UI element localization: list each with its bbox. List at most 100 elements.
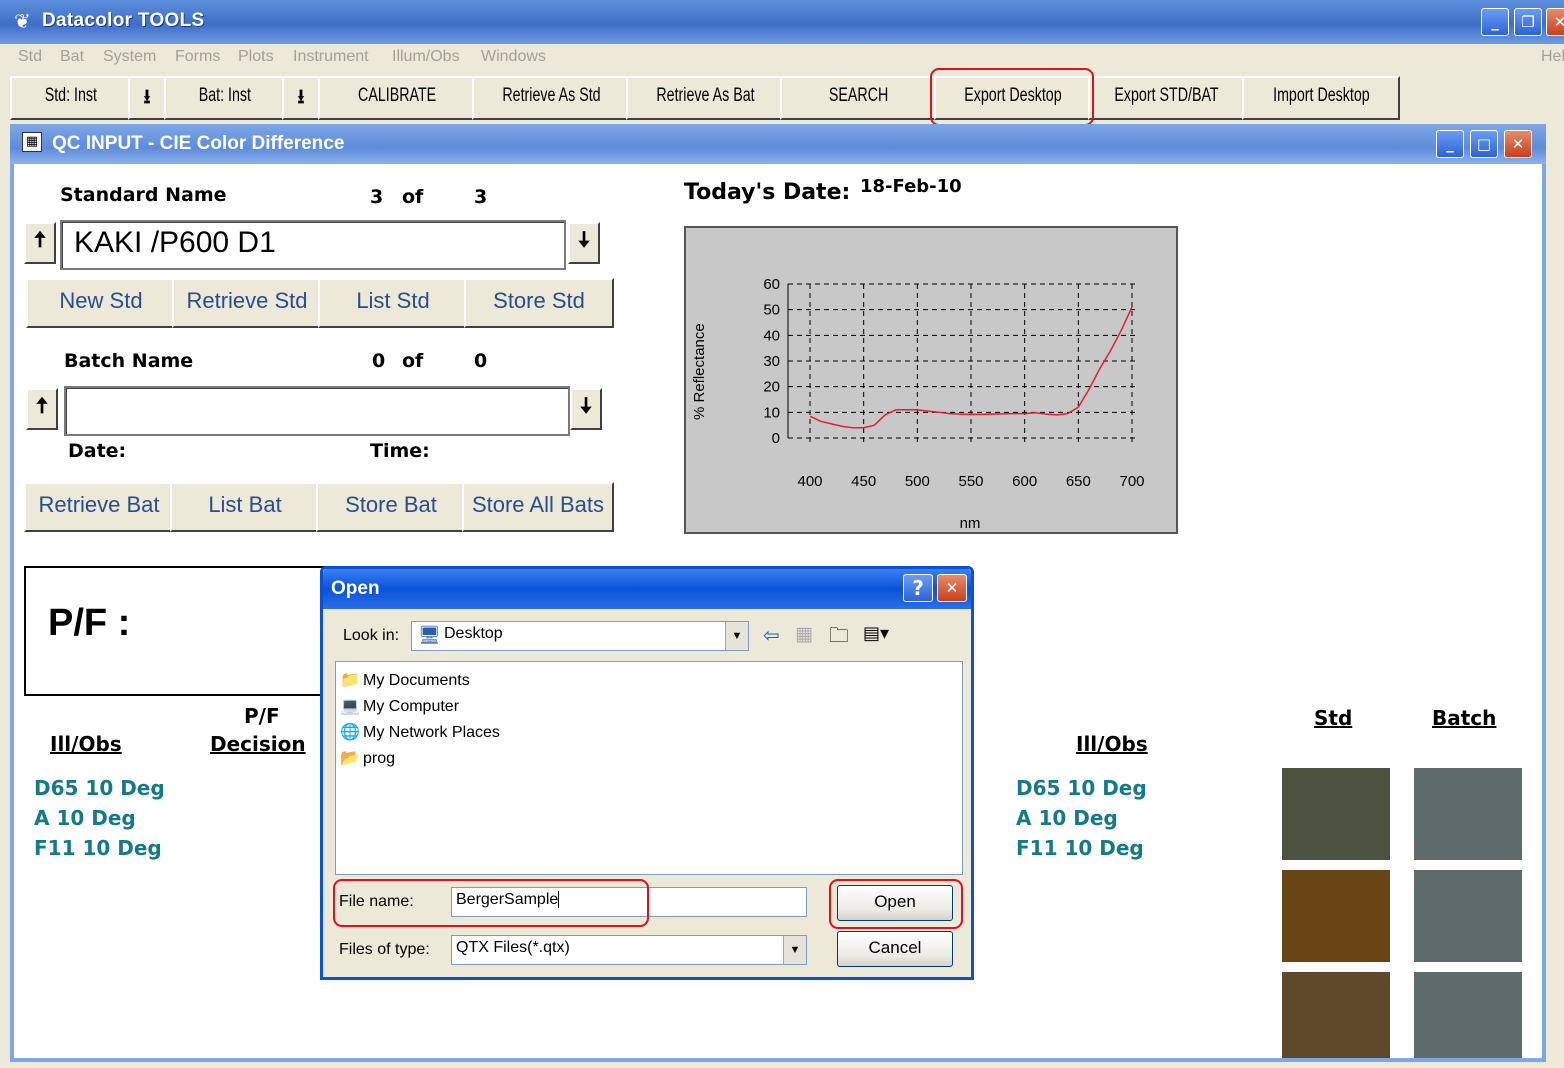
chart-y-tick-label: 40 xyxy=(763,327,780,344)
look-in-dropdown-icon[interactable]: ▼ xyxy=(725,622,748,650)
bat-inst-dropdown-icon[interactable]: ⭳ xyxy=(282,76,320,120)
calibrate-button[interactable]: CALIBRATE xyxy=(318,76,476,120)
standard-name-label: Standard Name xyxy=(60,184,227,206)
menu-plots[interactable]: Plots xyxy=(238,48,274,66)
standard-index: 3 xyxy=(370,186,384,208)
menu-forms[interactable]: Forms xyxy=(175,48,220,66)
list-bat-button[interactable]: List Bat xyxy=(170,482,320,532)
datacolor-logo-icon: ❦ xyxy=(14,9,31,33)
list-item[interactable]: 💻 My Computer xyxy=(340,696,459,716)
new-folder-icon[interactable]: 🗀 xyxy=(829,621,849,655)
files-of-type-select[interactable]: QTX Files(*.qtx) ▼ xyxy=(451,935,807,965)
chart-y-tick-label: 50 xyxy=(763,302,780,319)
list-item-label: My Documents xyxy=(363,672,470,689)
standard-next-down-icon[interactable]: 🠇 xyxy=(568,222,600,264)
bat-inst-label: Bat: Inst xyxy=(198,85,252,106)
std-inst-dropdown-icon[interactable]: ⭳ xyxy=(128,76,166,120)
folder-icon: 📂 xyxy=(340,750,360,767)
export-std-bat-button[interactable]: Export STD/BAT xyxy=(1088,76,1246,120)
chart-y-tick-label: 30 xyxy=(763,353,780,370)
list-std-button[interactable]: List Std xyxy=(318,278,468,328)
app-title-bar: ❦ Datacolor TOOLS _ ❐ ✕ xyxy=(0,0,1564,44)
batch-name-field[interactable] xyxy=(64,386,570,436)
chart-y-tick-label: 0 xyxy=(772,430,780,447)
open-dialog-title-bar: Open ? ✕ xyxy=(323,569,971,609)
search-button[interactable]: SEARCH xyxy=(780,76,938,120)
std-swatch-a xyxy=(1282,870,1390,962)
batch-next-down-icon[interactable]: 🠇 xyxy=(570,388,602,430)
batch-time-label: Time: xyxy=(370,440,430,462)
highlight-export-desktop xyxy=(930,68,1094,126)
help-icon[interactable]: ? xyxy=(903,574,933,602)
menu-windows[interactable]: Windows xyxy=(481,48,546,66)
back-icon[interactable]: ⇦ xyxy=(763,623,780,647)
files-of-type-dropdown-icon[interactable]: ▼ xyxy=(783,936,806,964)
menu-instrument[interactable]: Instrument xyxy=(293,48,369,66)
chart-x-axis-label: nm xyxy=(960,515,981,532)
bat-inst-button[interactable]: Bat: Inst xyxy=(164,76,286,120)
standard-total: 3 xyxy=(474,186,488,208)
import-desktop-label: Import Desktop xyxy=(1272,85,1370,106)
menu-std[interactable]: Std xyxy=(18,48,42,66)
child-close-button[interactable]: ✕ xyxy=(1504,130,1532,158)
new-std-button[interactable]: New Std xyxy=(26,278,176,328)
batch-swatch-a xyxy=(1414,870,1522,962)
close-button[interactable]: ✕ xyxy=(1546,8,1564,36)
list-item-label: prog xyxy=(363,750,396,767)
store-all-bats-button[interactable]: Store All Bats xyxy=(462,482,614,532)
store-std-button[interactable]: Store Std xyxy=(464,278,614,328)
menu-help[interactable]: Hel xyxy=(1541,48,1564,66)
batch-name-label: Batch Name xyxy=(64,350,194,372)
dialog-close-icon[interactable]: ✕ xyxy=(937,574,967,602)
chart-y-tick-label: 60 xyxy=(763,276,780,293)
child-minimize-button[interactable]: _ xyxy=(1436,130,1464,158)
minimize-button[interactable]: _ xyxy=(1481,8,1509,36)
desktop-icon: 🖥 xyxy=(418,625,441,645)
standard-of: of xyxy=(402,186,424,208)
store-bat-button[interactable]: Store Bat xyxy=(316,482,466,532)
menu-illum-obs[interactable]: Illum/Obs xyxy=(392,48,460,66)
import-desktop-button[interactable]: Import Desktop xyxy=(1242,76,1400,120)
menu-system[interactable]: System xyxy=(103,48,156,66)
right-row-d65: D65 10 Deg xyxy=(1016,776,1147,800)
chart-x-tick-label: 450 xyxy=(851,473,876,490)
batch-prev-up-icon[interactable]: 🠅 xyxy=(26,388,58,430)
list-item[interactable]: 📂 prog xyxy=(340,748,395,768)
look-in-select[interactable]: 🖥 Desktop ▼ xyxy=(411,621,749,651)
retrieve-std-button[interactable]: Retrieve Std xyxy=(172,278,322,328)
menu-bat[interactable]: Bat xyxy=(60,48,84,66)
chart-x-tick-label: 600 xyxy=(1012,473,1037,490)
std-column-header: Std xyxy=(1314,706,1353,730)
app-title: Datacolor TOOLS xyxy=(42,10,205,31)
look-in-value: Desktop xyxy=(444,625,503,642)
my-documents-icon: 📁 xyxy=(340,672,360,689)
reflectance-chart: 0 10 20 30 40 50 60 400 450 500 550 600 650 700 % Re… xyxy=(691,276,1145,532)
view-menu-icon[interactable]: ▤▾ xyxy=(863,623,889,644)
batch-of: of xyxy=(402,350,424,372)
search-label: SEARCH xyxy=(829,85,889,106)
up-folder-icon[interactable]: ▦ xyxy=(795,623,813,645)
std-inst-button[interactable]: Std: Inst xyxy=(10,76,132,120)
list-item[interactable]: 📁 My Documents xyxy=(340,670,470,690)
retrieve-as-bat-label: Retrieve As Bat xyxy=(655,85,755,106)
std-inst-label: Std: Inst xyxy=(44,85,98,106)
retrieve-as-std-button[interactable]: Retrieve As Std xyxy=(472,76,630,120)
pf-label: P/F : xyxy=(48,602,131,644)
standard-prev-up-icon[interactable]: 🠅 xyxy=(24,222,56,264)
batch-date-label: Date: xyxy=(68,440,127,462)
cancel-button[interactable]: Cancel xyxy=(837,931,953,967)
retrieve-as-bat-button[interactable]: Retrieve As Bat xyxy=(626,76,784,120)
chart-x-tick-label: 650 xyxy=(1066,473,1091,490)
reflectance-chart-panel: 0 10 20 30 40 50 60 400 450 500 550 600 650 700 % Re… xyxy=(684,226,1178,534)
menu-bar: Std Bat System Forms Plots Instrument Il… xyxy=(0,44,1564,74)
restore-button[interactable]: ❐ xyxy=(1514,8,1542,36)
chart-x-tick-label: 700 xyxy=(1119,473,1144,490)
list-item-label: My Computer xyxy=(363,698,460,715)
child-maximize-button[interactable]: □ xyxy=(1470,130,1498,158)
batch-swatch-f11 xyxy=(1414,972,1522,1058)
standard-name-field[interactable]: KAKI /P600 D1 xyxy=(60,220,566,270)
list-item[interactable]: 🌐 My Network Places xyxy=(340,722,500,742)
todays-date-label: Today's Date: xyxy=(684,180,851,205)
retrieve-bat-button[interactable]: Retrieve Bat xyxy=(24,482,174,532)
right-illobs-header: Ill/Obs xyxy=(1076,732,1148,756)
